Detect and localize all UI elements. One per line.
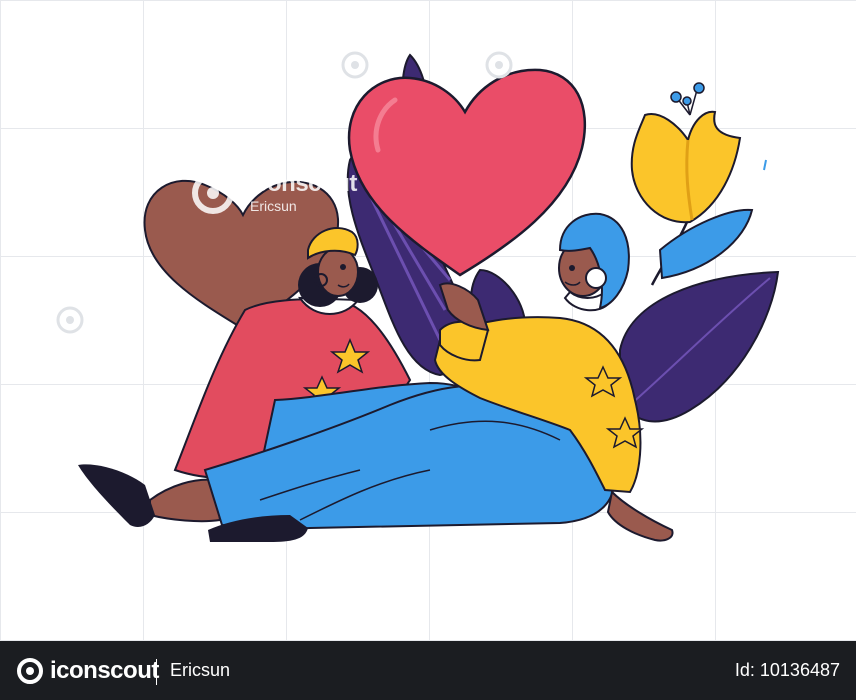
iconscout-logo-icon <box>192 172 234 214</box>
stamen-2 <box>670 91 682 103</box>
purple-leaf-big-right <box>619 270 780 423</box>
stamen-3 <box>682 96 692 106</box>
footer-asset-id: Id: 10136487 <box>734 660 840 680</box>
footer-divider <box>156 659 157 685</box>
footer-author: Ericsun <box>170 660 231 680</box>
iconscout-logo-icon <box>17 658 43 684</box>
couple-heart-illustration <box>78 53 780 542</box>
watermark-author: Ericsun <box>250 198 297 214</box>
man-headphone <box>585 267 607 289</box>
watermark-small-icon <box>56 306 84 334</box>
footer-brand: iconscout <box>50 657 159 684</box>
man-hand-floor <box>606 489 674 542</box>
illustration-canvas: iconscout Ericsun <box>0 0 856 641</box>
watermark-brand: iconscout <box>248 170 357 197</box>
footer-bar: iconscout Ericsun Id: 10136487 <box>0 641 856 700</box>
watermark-small-icon <box>341 51 369 79</box>
woman-shoe <box>78 464 155 527</box>
center-watermark: iconscout Ericsun <box>190 168 400 218</box>
watermark-small-icon <box>485 51 513 79</box>
stamen-1 <box>693 82 705 94</box>
woman-face <box>317 247 359 297</box>
